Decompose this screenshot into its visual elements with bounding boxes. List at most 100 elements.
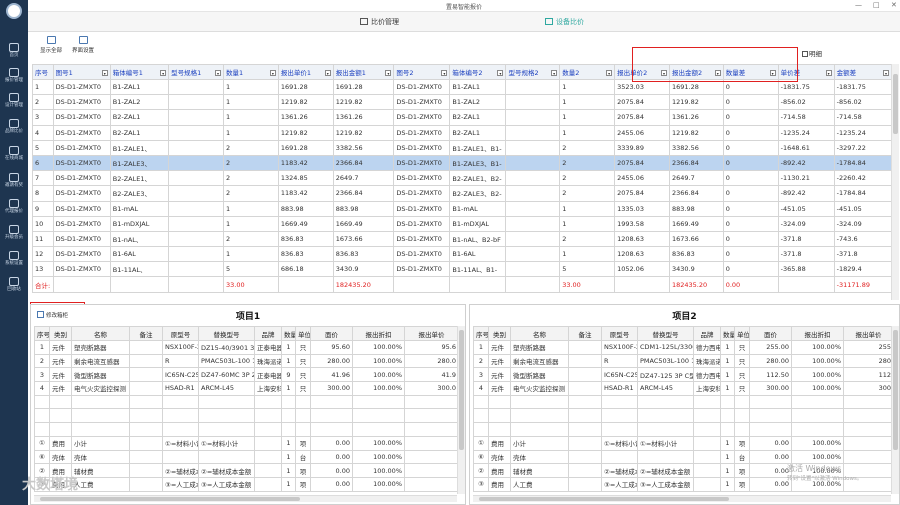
table-row[interactable]: 9 DS-D1-ZMXT0 B1-mAL 1 883.98 883.98 DS-D1-ZMX…: [32, 200, 893, 217]
filter-dropdown-icon[interactable]: ▾: [101, 70, 108, 76]
column-header[interactable]: 数量1 ▾: [222, 64, 279, 80]
close-button[interactable]: ✕: [891, 1, 897, 9]
table-row[interactable]: 4 元件 电气火灾监控探测 HSAD-R1 ARCM-L45 上海安科 1 只 300.00 10…: [473, 381, 894, 396]
table-row[interactable]: 2元件剩余电流互感器 RPMAC503L-100 100A珠海派诺1只280.00…: [34, 353, 459, 369]
column-header[interactable]: 报出折扣: [352, 326, 405, 341]
table-row[interactable]: 4 DS-D1-ZMXT0 B2-ZAL1 1 1219.82 1219.82 DS-D1-…: [32, 124, 893, 141]
sidebar-item[interactable]: 升级会员: [0, 222, 28, 246]
scrollbar-thumb[interactable]: [893, 330, 898, 450]
table-row[interactable]: 1元件塑壳断路器NSX100F-3.CDM1-125L/3300 32A德力西电…: [473, 340, 894, 355]
column-header[interactable]: 报出折扣: [791, 326, 844, 341]
column-header[interactable]: 备注: [129, 326, 163, 341]
column-header[interactable]: 名称: [71, 326, 130, 341]
scrollbar-thumb[interactable]: [893, 74, 898, 134]
filter-dropdown-icon[interactable]: ▾: [324, 70, 331, 76]
filter-dropdown-icon[interactable]: ▾: [551, 70, 558, 76]
column-header[interactable]: 名称: [510, 326, 569, 341]
table-row[interactable]: 2 DS-D1-ZMXT0 B1-ZAL2 1 1219.82 1219.82 DS-D1-…: [32, 94, 893, 111]
filter-dropdown-icon[interactable]: ▾: [497, 70, 504, 76]
table-row[interactable]: 12 DS-D1-ZMXT0 B1-6AL 1 836.83 836.83 DS-D1-ZM…: [32, 246, 893, 263]
ui-settings-button[interactable]: 界面设置: [72, 36, 94, 54]
filter-dropdown-icon[interactable]: ▾: [606, 70, 613, 76]
column-header[interactable]: 类别: [49, 326, 72, 341]
column-header[interactable]: 面价: [310, 326, 353, 341]
filter-dropdown-icon[interactable]: ▾: [269, 70, 276, 76]
table-row[interactable]: 8 DS-D1-ZMXT0 B2-ZALE3、 2 1183.42 2366.84 DS-D…: [32, 185, 893, 202]
column-header[interactable]: 单位: [734, 326, 750, 341]
compare-table-scrollbar[interactable]: [891, 64, 899, 300]
project2-vscrollbar[interactable]: [891, 326, 899, 494]
filter-dropdown-icon[interactable]: ▾: [769, 70, 776, 76]
column-header[interactable]: 单位: [295, 326, 311, 341]
table-row[interactable]: 11 DS-D1-ZMXT0 B1-nAL、 2 836.83 1673.66 DS-D1-…: [32, 230, 893, 248]
filter-dropdown-icon[interactable]: ▾: [441, 70, 448, 76]
table-row[interactable]: 10 DS-D1-ZMXT0 B1-mDXJAL 1 1669.49 1669.49 DS-…: [32, 215, 893, 232]
scrollbar-thumb[interactable]: [459, 330, 464, 450]
column-header[interactable]: 序号: [34, 326, 50, 341]
table-row[interactable]: 5 DS-D1-ZMXT0 B1-ZALE1、 2 1691.28 3382.56 DS-D…: [32, 139, 893, 156]
column-header[interactable]: 原型号: [162, 326, 199, 341]
column-header[interactable]: 原型号: [601, 326, 638, 341]
column-header[interactable]: 面价: [749, 326, 792, 341]
column-header[interactable]: 单价差 ▾: [777, 64, 835, 80]
column-header[interactable]: 报出金额1 ▾: [332, 64, 395, 80]
column-header[interactable]: 品牌: [254, 326, 282, 341]
column-header[interactable]: 报出单价: [843, 326, 894, 341]
filter-dropdown-icon[interactable]: ▾: [825, 70, 832, 76]
filter-dropdown-icon[interactable]: ▾: [660, 70, 667, 76]
table-row[interactable]: 3元件微型断路器 IC65N-C25ADZ47-60MC 3P 25A正泰电器9只…: [34, 367, 459, 383]
table-row[interactable]: 1 DS-D1-ZMXT0 B1-ZAL1 1 1691.28 1691.28 DS-D1-…: [32, 78, 893, 96]
filter-dropdown-icon[interactable]: ▾: [883, 70, 889, 76]
table-row[interactable]: 1元件塑壳断路器NSX100F-3.DZ15-40/3901 32A 透明正泰电…: [34, 340, 459, 355]
filter-dropdown-icon[interactable]: ▾: [160, 70, 167, 76]
table-row[interactable]: 13 DS-D1-ZMXT0 B1-11AL、 5 686.18 3430.9 DS-D1-…: [32, 261, 893, 278]
table-row[interactable]: 3 DS-D1-ZMXT0 B2-ZAL1 1 1361.26 1361.26 DS-D1-…: [32, 109, 893, 126]
maximize-button[interactable]: □: [873, 1, 880, 9]
table-row[interactable]: 3元件微型断路器 IC65N-C25ADZ47-125 3P C型 63A德力西电…: [473, 367, 894, 383]
column-header[interactable]: 替换型号: [637, 326, 694, 341]
tab-price-compare[interactable]: 比价管理: [360, 17, 399, 27]
table-row[interactable]: 6 DS-D1-ZMXT0 B1-ZALE3、 2 1183.42 2366.84 DS-D…: [32, 154, 893, 172]
column-header[interactable]: 序号: [473, 326, 489, 341]
column-header[interactable]: 序号: [32, 64, 54, 80]
column-header[interactable]: 报出单价1 ▾: [277, 64, 334, 80]
tab-device-compare[interactable]: 设备比价: [545, 17, 584, 27]
table-row[interactable]: ⑥ 壳体 壳体 1 台 0.00 100.00%: [473, 449, 894, 465]
minimize-button[interactable]: —: [855, 1, 862, 9]
table-row[interactable]: ①费用小计 ①=材料小计①=材料小计 1项0.00100.00%: [34, 435, 459, 451]
column-header[interactable]: 箱体编号2 ▾: [449, 64, 507, 80]
show-all-button[interactable]: 显示全部: [40, 36, 62, 54]
sidebar-item[interactable]: 品牌比价: [0, 116, 28, 140]
column-header[interactable]: 金额差 ▾: [833, 64, 893, 80]
table-row[interactable]: 4 元件 电气火灾监控探测 HSAD-R1 ARCM-L45 上海安科 1 只 300.00 10…: [34, 381, 459, 396]
scrollbar-thumb[interactable]: [40, 497, 300, 501]
table-row[interactable]: 7 DS-D1-ZMXT0 B2-ZALE1、 2 1324.85 2649.7 DS-D1…: [32, 170, 893, 187]
column-header[interactable]: 数量差 ▾: [722, 64, 779, 80]
column-header[interactable]: 数量: [720, 326, 735, 341]
column-header[interactable]: 数量: [281, 326, 296, 341]
column-header[interactable]: 报出单价: [404, 326, 459, 341]
project2-hscrollbar[interactable]: [473, 495, 891, 502]
column-header[interactable]: 替换型号: [198, 326, 255, 341]
sidebar-item[interactable]: 设计管理: [0, 90, 28, 114]
table-row[interactable]: ⑥ 壳体 壳体 1 台 0.00 100.00%: [34, 449, 459, 465]
column-header[interactable]: 图号2 ▾: [393, 64, 451, 80]
column-header[interactable]: 型号规格1 ▾: [168, 64, 224, 80]
column-header[interactable]: 类别: [488, 326, 511, 341]
sidebar-item[interactable]: 报价管理: [0, 65, 28, 89]
filter-dropdown-icon[interactable]: ▾: [385, 70, 392, 76]
table-row[interactable]: ①费用小计 ①=材料小计①=材料小计 1项0.00100.00%: [473, 435, 894, 451]
table-row[interactable]: 2元件剩余电流互感器 RPMAC503L-100 100A珠海派诺1只280.00…: [473, 353, 894, 369]
edit-cabinet-button[interactable]: 修改箱柜: [37, 311, 68, 319]
column-header[interactable]: 型号规格2 ▾: [505, 64, 561, 80]
column-header[interactable]: 箱体编号1 ▾: [109, 64, 170, 80]
sidebar-item[interactable]: 在线商城: [0, 143, 28, 167]
column-header[interactable]: 报出金额2 ▾: [668, 64, 724, 80]
filter-dropdown-icon[interactable]: ▾: [214, 70, 221, 76]
column-header[interactable]: 数量2 ▾: [559, 64, 616, 80]
sidebar-item[interactable]: 首页: [0, 40, 28, 64]
detail-checkbox[interactable]: 明细: [802, 48, 822, 58]
filter-dropdown-icon[interactable]: ▾: [714, 70, 721, 76]
project1-vscrollbar[interactable]: [457, 326, 465, 494]
sidebar-item[interactable]: 系统设置: [0, 248, 28, 272]
